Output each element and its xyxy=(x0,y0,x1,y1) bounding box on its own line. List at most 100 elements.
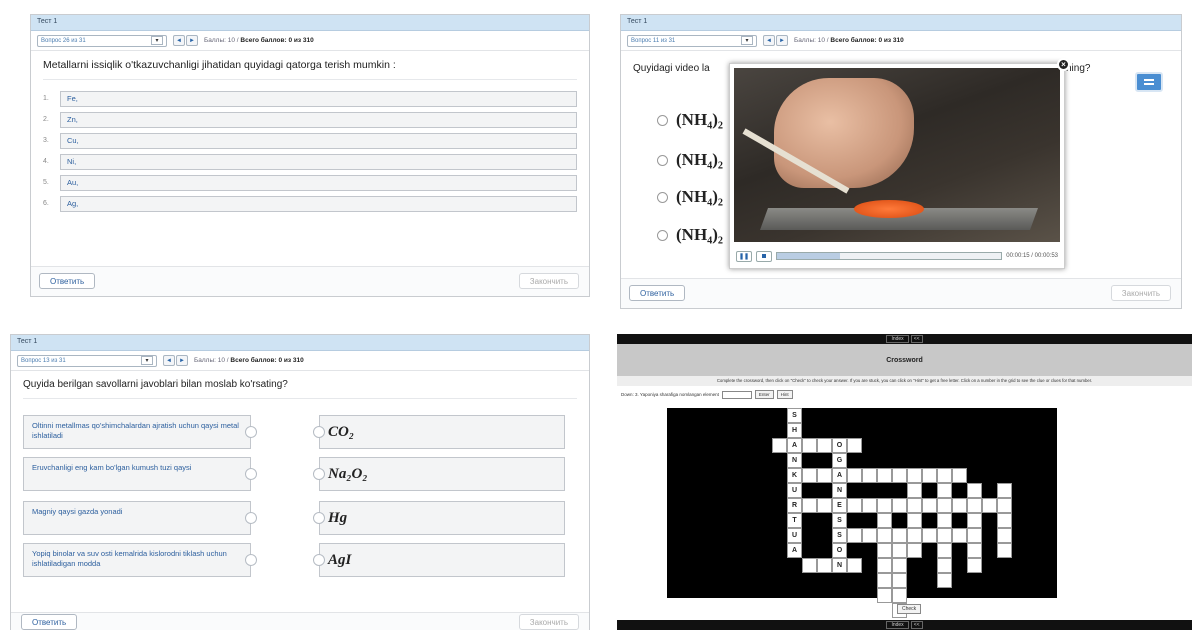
next-question-button[interactable]: ► xyxy=(776,35,788,46)
option-2[interactable]: (NH₄)₂ xyxy=(657,150,723,170)
finish-button[interactable]: Закончить xyxy=(518,273,579,289)
radio-icon[interactable] xyxy=(657,154,668,166)
finish-button[interactable]: Закончить xyxy=(518,614,579,630)
tab-index[interactable]: Index xyxy=(886,621,909,629)
ordering-item[interactable]: 2. Zn, xyxy=(43,111,577,128)
grid-cell[interactable] xyxy=(892,543,907,558)
radio-icon[interactable] xyxy=(657,191,668,203)
question-select[interactable]: Вопрос 26 из 31 ▾ xyxy=(37,34,167,47)
match-answer[interactable]: AgI xyxy=(319,543,565,577)
media-icon[interactable] xyxy=(1135,72,1163,92)
match-question[interactable]: Yopiq binolar va suv osti kemalrida kisl… xyxy=(23,543,251,577)
option-3[interactable]: (NH₄)₂ xyxy=(657,187,723,207)
grid-cell-letter[interactable]: S xyxy=(787,408,802,423)
match-question[interactable]: Oltinni metallmas qo'shimchalardan ajrat… xyxy=(23,415,251,449)
connector-icon[interactable] xyxy=(313,512,325,524)
tab-more[interactable]: << xyxy=(910,335,923,343)
item-value[interactable]: Ni, xyxy=(60,153,577,170)
grid-cell[interactable] xyxy=(937,573,952,588)
grid-cell[interactable] xyxy=(877,498,892,513)
grid-cell[interactable] xyxy=(817,498,832,513)
grid-cell-letter[interactable]: K xyxy=(787,468,802,483)
grid-cell[interactable] xyxy=(952,528,967,543)
finish-button[interactable]: Закончить xyxy=(1110,285,1171,301)
grid-cell[interactable] xyxy=(877,528,892,543)
answer-button[interactable]: Ответить xyxy=(629,285,686,301)
grid-cell-letter[interactable]: N xyxy=(832,483,847,498)
grid-cell[interactable] xyxy=(892,528,907,543)
grid-cell[interactable] xyxy=(877,543,892,558)
grid-cell[interactable] xyxy=(967,498,982,513)
grid-cell-letter[interactable]: E xyxy=(832,498,847,513)
grid-cell-letter[interactable]: T xyxy=(787,513,802,528)
grid-cell[interactable] xyxy=(937,513,952,528)
grid-cell-letter[interactable]: N xyxy=(787,453,802,468)
close-icon[interactable]: × xyxy=(1057,58,1070,71)
grid-cell-letter[interactable]: U xyxy=(787,528,802,543)
item-value[interactable]: Cu, xyxy=(60,132,577,149)
grid-cell-letter[interactable]: G xyxy=(832,453,847,468)
hint-button[interactable]: Hint xyxy=(776,390,793,399)
grid-cell[interactable] xyxy=(817,438,832,453)
grid-cell-letter[interactable]: H xyxy=(787,423,802,438)
prev-question-button[interactable]: ◄ xyxy=(763,35,775,46)
grid-cell[interactable] xyxy=(997,498,1012,513)
next-question-button[interactable]: ► xyxy=(176,355,188,366)
connector-icon[interactable] xyxy=(245,512,257,524)
grid-cell[interactable] xyxy=(997,513,1012,528)
match-answer[interactable]: Na₂O₂ xyxy=(319,457,565,491)
grid-cell[interactable] xyxy=(937,483,952,498)
question-select[interactable]: Вопрос 13 из 31 ▾ xyxy=(17,354,157,367)
grid-cell[interactable] xyxy=(892,573,907,588)
item-value[interactable]: Fe, xyxy=(60,90,577,107)
answer-button[interactable]: Ответить xyxy=(21,614,78,630)
radio-icon[interactable] xyxy=(657,114,668,126)
tab-index[interactable]: Index xyxy=(886,335,909,343)
item-value[interactable]: Ag, xyxy=(60,195,577,212)
connector-icon[interactable] xyxy=(245,554,257,566)
answer-button[interactable]: Ответить xyxy=(39,273,96,289)
ordering-item[interactable]: 1. Fe, xyxy=(43,90,577,107)
grid-cell[interactable] xyxy=(982,498,997,513)
grid-cell[interactable] xyxy=(772,438,787,453)
grid-cell[interactable] xyxy=(877,588,892,603)
grid-cell[interactable] xyxy=(922,468,937,483)
grid-cell[interactable] xyxy=(802,438,817,453)
connector-icon[interactable] xyxy=(313,426,325,438)
connector-icon[interactable] xyxy=(313,468,325,480)
ordering-item[interactable]: 3. Cu, xyxy=(43,132,577,149)
grid-cell[interactable] xyxy=(892,468,907,483)
grid-cell[interactable] xyxy=(817,558,832,573)
connector-icon[interactable] xyxy=(245,426,257,438)
prev-question-button[interactable]: ◄ xyxy=(173,35,185,46)
grid-cell[interactable] xyxy=(862,498,877,513)
grid-cell[interactable] xyxy=(802,468,817,483)
grid-cell[interactable] xyxy=(967,513,982,528)
grid-cell-letter[interactable]: O xyxy=(832,438,847,453)
grid-cell-letter[interactable]: S xyxy=(832,513,847,528)
video-frame[interactable] xyxy=(734,68,1060,242)
answer-input[interactable] xyxy=(721,390,752,399)
match-question[interactable]: Magniy qaysi gazda yonadi xyxy=(23,501,251,535)
grid-cell[interactable] xyxy=(847,468,862,483)
grid-cell-letter[interactable]: A xyxy=(787,438,802,453)
grid-cell[interactable] xyxy=(967,528,982,543)
grid-cell[interactable] xyxy=(862,468,877,483)
grid-cell[interactable] xyxy=(922,528,937,543)
stop-icon[interactable] xyxy=(756,250,772,262)
grid-cell[interactable] xyxy=(907,513,922,528)
grid-cell[interactable] xyxy=(967,558,982,573)
question-select[interactable]: Вопрос 11 из 31 ▾ xyxy=(627,34,757,47)
connector-icon[interactable] xyxy=(245,468,257,480)
grid-cell-letter[interactable]: A xyxy=(787,543,802,558)
video-progress-bar[interactable] xyxy=(776,252,1003,260)
grid-cell-letter[interactable]: U xyxy=(787,483,802,498)
grid-cell[interactable] xyxy=(847,528,862,543)
grid-cell[interactable] xyxy=(907,483,922,498)
grid-cell[interactable] xyxy=(892,498,907,513)
grid-cell[interactable] xyxy=(937,498,952,513)
match-answer[interactable]: Hg xyxy=(319,501,565,535)
prev-question-button[interactable]: ◄ xyxy=(163,355,175,366)
grid-cell[interactable] xyxy=(952,468,967,483)
tab-more[interactable]: << xyxy=(910,621,923,629)
